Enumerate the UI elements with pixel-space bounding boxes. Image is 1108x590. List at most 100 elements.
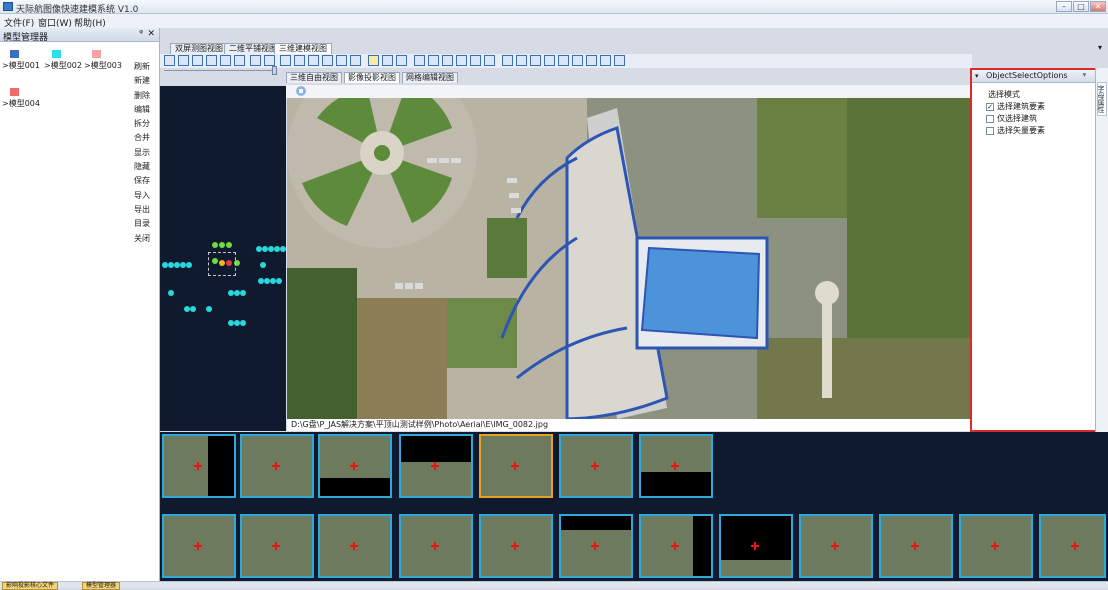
aerial-image-view[interactable] (287, 98, 970, 419)
grid-icon[interactable] (192, 55, 203, 66)
export-command[interactable]: 导出 (134, 203, 160, 217)
camera-point[interactable] (212, 242, 218, 248)
image-icon[interactable] (308, 55, 319, 66)
image-thumbnail[interactable] (559, 514, 633, 578)
collapse-icon[interactable]: ▾ (975, 70, 979, 82)
copy-icon[interactable] (322, 55, 333, 66)
camera-point[interactable] (186, 262, 192, 268)
sun-light-icon[interactable] (296, 86, 306, 96)
tab-3d-modeling[interactable]: 三维建模视图 (274, 43, 332, 54)
line-icon[interactable] (414, 55, 425, 66)
wand-icon[interactable] (350, 55, 361, 66)
checkbox[interactable] (986, 114, 994, 123)
delete-command[interactable]: 删除 (134, 89, 160, 103)
camera-point[interactable] (206, 306, 212, 312)
save-command[interactable]: 保存 (134, 174, 160, 188)
merge-command[interactable]: 合并 (134, 131, 160, 145)
image-thumbnail[interactable] (162, 434, 236, 498)
square-icon[interactable] (470, 55, 481, 66)
screen-icon[interactable] (206, 55, 217, 66)
building-icon[interactable] (530, 55, 541, 66)
split-command[interactable]: 拆分 (134, 117, 160, 131)
poly-select-icon[interactable] (396, 55, 407, 66)
checkbox-checked[interactable]: ✓ (986, 102, 994, 111)
refresh-command[interactable]: 刷新 (134, 60, 160, 74)
image-thumbnail[interactable] (479, 514, 553, 578)
close-command[interactable]: 关闭 (134, 232, 160, 246)
status-tab-model-manager[interactable]: 模型管理器 (82, 582, 121, 590)
camera-point[interactable] (280, 246, 286, 252)
image-thumbnail[interactable] (559, 434, 633, 498)
align-icon[interactable] (502, 55, 513, 66)
tab-dual-screen[interactable]: 双屏测图视图 (170, 43, 228, 54)
image-thumbnail[interactable] (399, 434, 473, 498)
roof-icon[interactable] (484, 55, 495, 66)
cut-icon[interactable] (544, 55, 555, 66)
panel-icon[interactable] (234, 55, 245, 66)
close-button[interactable]: ✕ (1090, 1, 1106, 12)
camera-point[interactable] (219, 242, 225, 248)
open-icon[interactable] (178, 55, 189, 66)
camera-point[interactable] (260, 262, 266, 268)
tab-mesh-edit-view[interactable]: 网格编辑视图 (402, 72, 458, 83)
merge-icon[interactable] (294, 55, 305, 66)
model-item[interactable]: >模型001 (2, 50, 44, 71)
checkbox[interactable] (986, 126, 994, 135)
frame-icon[interactable] (586, 55, 597, 66)
select-pointer-icon[interactable] (368, 55, 379, 66)
pin-icon[interactable]: ᵠ (139, 29, 143, 39)
pin-icon[interactable]: ᵠ (1083, 70, 1086, 82)
image-thumbnail[interactable] (240, 514, 314, 578)
option-select-building-elements[interactable]: ✓ 选择建筑要素 (986, 101, 1045, 112)
model-item[interactable]: >模型004 (2, 88, 44, 109)
camera-point[interactable] (276, 278, 282, 284)
new-command[interactable]: 新建 (134, 74, 160, 88)
globe-icon[interactable] (264, 55, 275, 66)
camera-point[interactable] (240, 290, 246, 296)
fit-icon[interactable] (614, 55, 625, 66)
minimize-button[interactable]: – (1056, 1, 1072, 12)
layer-icon[interactable] (250, 55, 261, 66)
polyline-icon[interactable] (428, 55, 439, 66)
zoom-slider-track[interactable] (164, 70, 276, 74)
tree-icon[interactable] (336, 55, 347, 66)
model-item[interactable]: >模型002 (44, 50, 86, 71)
status-tab-projection[interactable]: 影响投影核心文件 (2, 582, 59, 590)
image-thumbnail[interactable] (879, 514, 953, 578)
hide-command[interactable]: 隐藏 (134, 160, 160, 174)
overview-canvas[interactable] (160, 86, 286, 431)
camera-point[interactable] (240, 320, 246, 326)
show-command[interactable]: 显示 (134, 146, 160, 160)
texture-icon[interactable] (558, 55, 569, 66)
image-thumbnail[interactable] (399, 514, 473, 578)
image-thumbnail[interactable] (240, 434, 314, 498)
import-command[interactable]: 导入 (134, 189, 160, 203)
window-icon[interactable] (220, 55, 231, 66)
model-icon[interactable] (572, 55, 583, 66)
tab-property[interactable]: 字母属性 (1097, 82, 1107, 116)
option-select-vector-elements[interactable]: 选择矢量要素 (986, 125, 1045, 136)
tab-3d-free-view[interactable]: 三维自由视图 (286, 72, 342, 83)
image-thumbnail[interactable] (318, 434, 392, 498)
tab-image-projection-view[interactable]: 影像投影视图 (344, 72, 400, 83)
camera-point[interactable] (190, 306, 196, 312)
zoom-slider-thumb[interactable] (272, 66, 277, 75)
image-thumbnail[interactable] (799, 514, 873, 578)
extrude-icon[interactable] (516, 55, 527, 66)
zoom-icon[interactable] (600, 55, 611, 66)
camera-point[interactable] (226, 242, 232, 248)
image-thumbnail[interactable] (639, 514, 713, 578)
edit-command[interactable]: 编辑 (134, 103, 160, 117)
image-thumbnail[interactable] (959, 514, 1033, 578)
save-icon[interactable] (164, 55, 175, 66)
model-item[interactable]: >模型003 (84, 50, 126, 71)
rectangle-icon[interactable] (456, 55, 467, 66)
points-icon[interactable] (280, 55, 291, 66)
image-thumbnail[interactable] (639, 434, 713, 498)
tab-list-dropdown-icon[interactable]: ▾ (1098, 43, 1102, 52)
circle-icon[interactable] (442, 55, 453, 66)
image-thumbnail-selected[interactable] (479, 434, 553, 498)
option-select-building-only[interactable]: 仅选择建筑 (986, 113, 1037, 124)
image-thumbnail[interactable] (162, 514, 236, 578)
directory-command[interactable]: 目录 (134, 217, 160, 231)
